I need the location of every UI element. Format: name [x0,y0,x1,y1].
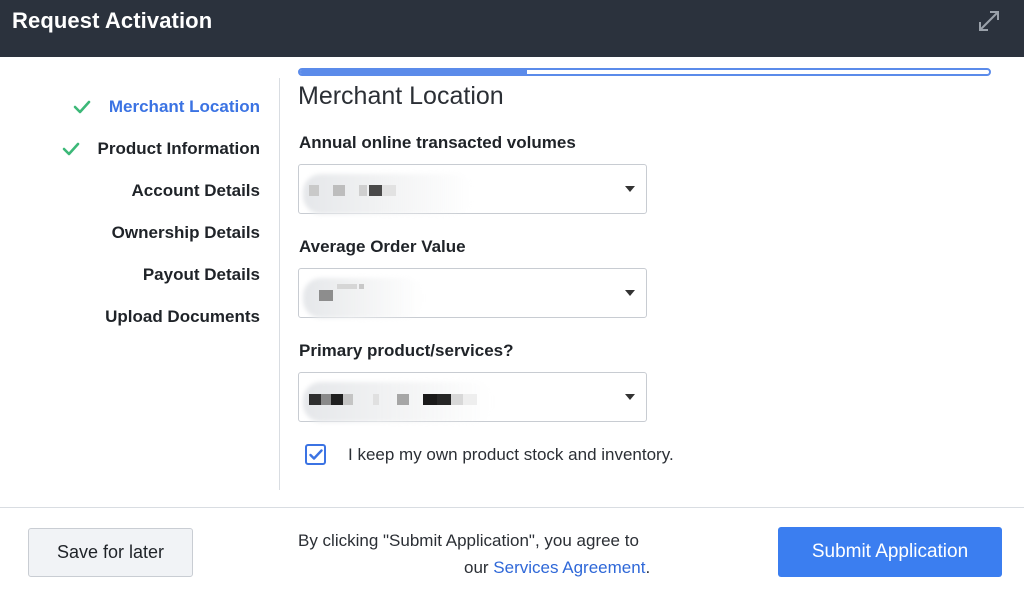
annual-volume-select[interactable] [298,164,647,214]
field-label: Average Order Value [299,237,466,256]
redacted-value [303,278,509,318]
sidebar-divider [279,78,280,490]
section-title: Merchant Location [298,82,504,110]
step-label: Ownership Details [111,223,260,242]
step-account-details[interactable]: Account Details [132,179,260,203]
redacted-value [303,382,509,422]
agreement-text: By clicking "Submit Application", you ag… [298,531,639,550]
field-label: Primary product/services? [299,341,514,360]
progress-bar [298,68,991,76]
submit-application-button[interactable]: Submit Application [778,527,1002,577]
check-icon [62,142,80,156]
step-label: Merchant Location [108,97,260,116]
services-agreement-link[interactable]: Services Agreement [493,558,645,577]
dialog-title: Request Activation [12,8,213,33]
check-icon [73,100,91,114]
step-payout-details[interactable]: Payout Details [143,263,260,287]
checkmark-icon [309,449,323,460]
field-label: Annual online transacted volumes [299,133,576,152]
agreement-text-line2: our Services Agreement. [464,558,650,578]
step-ownership-details[interactable]: Ownership Details [112,221,260,245]
dialog-header: Request Activation [0,0,1024,57]
step-label: Account Details [131,181,260,200]
chevron-down-icon [625,290,635,296]
step-label: Payout Details [142,265,260,284]
chevron-down-icon [625,186,635,192]
inventory-checkbox[interactable] [305,444,326,465]
save-for-later-button[interactable]: Save for later [28,528,193,577]
redacted-value [303,174,509,214]
step-merchant-location[interactable]: Merchant Location [109,95,260,119]
progress-fill [300,70,528,74]
average-order-value-select[interactable] [298,268,647,318]
chevron-down-icon [625,394,635,400]
agreement-suffix: . [645,558,651,577]
primary-product-select[interactable] [298,372,647,422]
step-upload-documents[interactable]: Upload Documents [105,305,260,329]
agreement-prefix: our [464,558,494,577]
inventory-checkbox-label[interactable]: I keep my own product stock and inventor… [348,445,674,465]
step-product-information[interactable]: Product Information [98,137,260,161]
step-label: Product Information [97,139,260,158]
expand-icon[interactable] [976,8,1002,34]
step-label: Upload Documents [105,307,260,326]
